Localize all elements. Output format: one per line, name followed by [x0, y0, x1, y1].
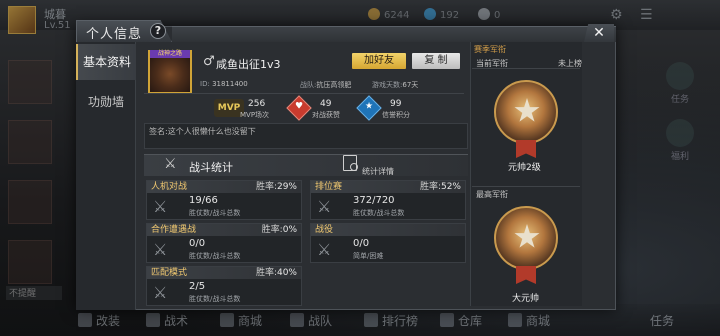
task-icon[interactable]	[666, 62, 694, 90]
play-days: 游戏天数:67天	[372, 81, 419, 89]
currency-diamond: 192	[424, 8, 459, 21]
avatar-badge: 战神之路	[150, 50, 190, 58]
stats-detail-link[interactable]: 统计详情	[362, 166, 394, 177]
stat-card-title: 战役	[315, 225, 334, 235]
player-id: ID: 31811400	[200, 80, 248, 88]
max-rank-name: 大元帅	[512, 294, 540, 304]
player-level: Lv.51	[44, 20, 71, 31]
stat-card-value: 2/5	[189, 281, 206, 292]
stat-card-value: 0/0	[353, 238, 370, 249]
copy-button[interactable]: 复 制	[412, 53, 460, 69]
crossed-swords-icon: ⚔	[153, 283, 168, 302]
stat-card-title: 排位赛	[315, 182, 343, 192]
player-avatar[interactable]	[8, 6, 36, 34]
stat-card-sub: 胜仗数/战斗总数	[353, 209, 405, 217]
lobby-right-column: 任务 福利	[650, 62, 710, 176]
dialog-side-nav	[76, 42, 136, 310]
welfare-icon[interactable]	[666, 119, 694, 147]
nav-shop[interactable]: 商城	[220, 312, 262, 329]
stat-card-title: 合作遭遇战	[151, 225, 197, 235]
signature-text: 这个人很懒什么也没留下	[167, 127, 256, 136]
male-gender-icon: ♂	[203, 54, 215, 69]
current-rank-medal-icon[interactable]	[494, 80, 558, 144]
menu-icon[interactable]: ☰	[640, 7, 653, 23]
stat-card-sub: 胜仗数/战斗总数	[189, 252, 241, 260]
stats-detail-icon[interactable]	[343, 155, 358, 171]
crossed-guns-icon: ⚔	[164, 156, 177, 172]
dialog-title-bar	[172, 26, 616, 42]
player-clan: 战队:抗压高领肥	[300, 81, 352, 89]
stat-card-sub: 胜仗数/战斗总数	[189, 295, 241, 303]
likes-count: 49	[320, 99, 332, 109]
tab-basic-info[interactable]: 基本资料	[76, 44, 136, 80]
stat-card-winrate: 胜率:0%	[261, 225, 297, 235]
stat-card-title: 匹配模式	[151, 268, 188, 278]
nav-mall[interactable]: 商城	[508, 312, 550, 329]
reputation-label: 信誉积分	[382, 111, 410, 119]
stat-card-winrate: 胜率:52%	[419, 182, 461, 192]
current-rank-name: 元帅2级	[508, 163, 541, 173]
currency-ticket: 0	[478, 8, 500, 21]
tab-honor-wall[interactable]: 功勋墙	[76, 84, 136, 120]
stat-card-sub: 胜仗数/战斗总数	[189, 209, 241, 217]
stat-card-value: 372/720	[353, 195, 395, 206]
stat-card-sub: 简单/困难	[353, 252, 384, 260]
crossed-swords-icon: ⚔	[317, 197, 332, 216]
nav-modify[interactable]: 改装	[78, 312, 120, 329]
divider	[144, 93, 464, 94]
nav-warehouse[interactable]: 仓库	[440, 312, 482, 329]
stat-card-match: 匹配模式 胜率:40% ⚔ 2/5 胜仗数/战斗总数	[146, 266, 302, 306]
dialog-title: 个人信息	[86, 27, 143, 42]
mvp-count: 256	[248, 99, 266, 109]
reputation-score: 99	[390, 99, 402, 109]
stat-card-ranked: 排位赛 胜率:52% ⚔ 372/720 胜仗数/战斗总数	[310, 180, 466, 220]
nav-clan[interactable]: 战队	[290, 312, 332, 329]
currency-gold: 6244	[368, 8, 409, 21]
max-rank-label: 最高军衔	[476, 190, 508, 199]
stat-card-winrate: 胜率:29%	[255, 182, 297, 192]
diamond-icon	[424, 8, 436, 20]
max-rank-medal-icon[interactable]	[494, 206, 558, 270]
stat-card-value: 0/0	[189, 238, 206, 249]
profile-name: 咸鱼出征1v3	[216, 58, 281, 71]
close-button[interactable]: ✕	[584, 24, 614, 42]
lobby-left-column	[8, 60, 56, 310]
signature-box: 签名:这个人很懒什么也没留下	[144, 123, 468, 149]
divider	[472, 68, 580, 69]
ticket-icon	[478, 8, 490, 20]
crossed-swords-icon: ⚔	[153, 197, 168, 216]
crossed-swords-icon: ⚔	[317, 240, 332, 259]
add-friend-button[interactable]: 加好友	[352, 53, 406, 69]
divider	[472, 186, 580, 187]
battle-stats-title: 战斗统计	[189, 161, 233, 174]
lobby-tip: 不提醒	[6, 286, 62, 300]
stat-card-campaign: 战役 ⚔ 0/0 简单/困难	[310, 223, 466, 263]
stat-card-pve: 人机对战 胜率:29% ⚔ 19/66 胜仗数/战斗总数	[146, 180, 302, 220]
likes-label: 对战获赞	[312, 111, 340, 119]
signature-label: 签名:	[149, 127, 168, 136]
stat-card-title: 人机对战	[151, 182, 188, 192]
nav-leaderboard[interactable]: 排行榜	[364, 312, 418, 329]
settings-gear-icon[interactable]: ⚙	[610, 7, 623, 23]
coin-icon	[368, 8, 380, 20]
stat-card-winrate: 胜率:40%	[255, 268, 297, 278]
nav-tactics[interactable]: 战术	[146, 312, 188, 329]
help-button[interactable]: ?	[150, 23, 166, 39]
nav-task[interactable]: 任务	[650, 312, 674, 329]
season-rank-label: 赛季军衔	[474, 45, 506, 54]
mvp-label: MVP场次	[240, 111, 270, 119]
stat-card-coop: 合作遭遇战 胜率:0% ⚔ 0/0 胜仗数/战斗总数	[146, 223, 302, 263]
crossed-swords-icon: ⚔	[153, 240, 168, 259]
stat-card-value: 19/66	[189, 195, 218, 206]
